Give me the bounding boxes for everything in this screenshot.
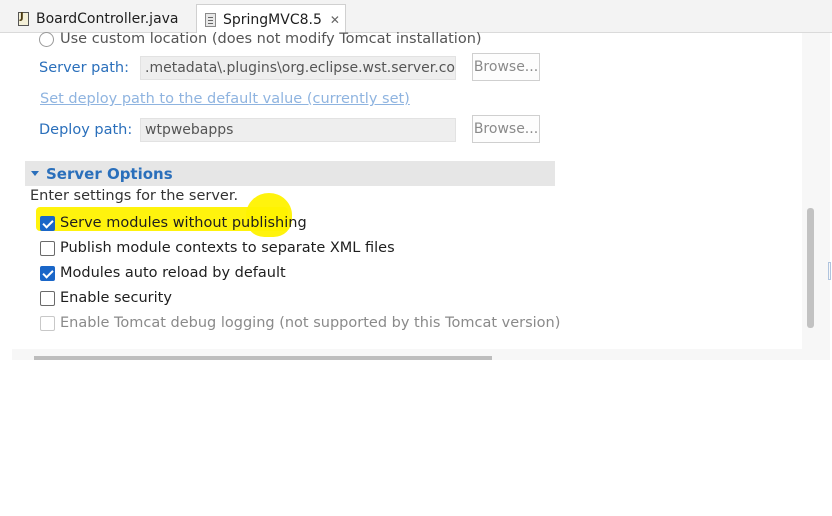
tab-label: BoardController.java bbox=[36, 10, 179, 27]
tab-board-controller[interactable]: BoardController.java bbox=[12, 4, 190, 33]
deploy-path-browse-button[interactable]: Browse... bbox=[472, 115, 540, 143]
option-tomcat-debug-logging: Enable Tomcat debug logging (not support… bbox=[40, 315, 560, 331]
checkbox-disabled bbox=[40, 315, 55, 331]
server-path-field[interactable]: .metadata\.plugins\org.eclipse.wst.serve… bbox=[140, 56, 456, 80]
server-icon bbox=[205, 12, 216, 27]
set-deploy-path-link[interactable]: Set deploy path to the default value (cu… bbox=[40, 91, 410, 107]
option-label: Modules auto reload by default bbox=[60, 265, 286, 281]
vertical-scrollbar[interactable] bbox=[807, 208, 814, 328]
editor-tab-bar: BoardController.java SpringMVC8.5 ✕ bbox=[0, 0, 832, 34]
option-label: Enable security bbox=[60, 290, 172, 306]
option-enable-security[interactable]: Enable security bbox=[40, 290, 172, 306]
option-label: Serve modules without publishing bbox=[60, 215, 307, 231]
server-path-browse-button[interactable]: Browse... bbox=[472, 53, 540, 81]
deploy-path-field[interactable]: wtpwebapps bbox=[140, 118, 456, 142]
checkbox-unchecked[interactable] bbox=[40, 290, 55, 306]
option-label: Enable Tomcat debug logging (not support… bbox=[60, 315, 561, 331]
horizontal-scrollbar[interactable] bbox=[34, 356, 492, 360]
server-options-header[interactable]: Server Options bbox=[25, 161, 555, 186]
option-label: Publish module contexts to separate XML … bbox=[60, 240, 395, 256]
custom-location-radio[interactable] bbox=[39, 31, 54, 47]
overview-ruler-marker bbox=[828, 262, 831, 280]
server-options-title: Server Options bbox=[46, 164, 173, 183]
server-options-description: Enter settings for the server. bbox=[30, 188, 239, 204]
option-modules-auto-reload[interactable]: Modules auto reload by default bbox=[40, 265, 286, 281]
tab-label: SpringMVC8.5 bbox=[223, 11, 322, 28]
server-path-label: Server path: bbox=[39, 60, 130, 76]
checkbox-unchecked[interactable] bbox=[40, 240, 55, 256]
checkbox-checked[interactable] bbox=[40, 215, 55, 231]
option-publish-module-contexts[interactable]: Publish module contexts to separate XML … bbox=[40, 240, 395, 256]
option-serve-without-publishing[interactable]: Serve modules without publishing bbox=[40, 215, 307, 231]
server-editor-content: Use custom location (does not modify Tom… bbox=[12, 31, 802, 349]
chevron-down-icon[interactable] bbox=[31, 171, 39, 176]
tab-springmvc-server[interactable]: SpringMVC8.5 ✕ bbox=[196, 4, 346, 34]
custom-location-label: Use custom location (does not modify Tom… bbox=[60, 31, 482, 47]
deploy-path-label: Deploy path: bbox=[39, 122, 133, 138]
checkbox-checked[interactable] bbox=[40, 265, 55, 281]
close-icon[interactable]: ✕ bbox=[330, 13, 340, 27]
custom-location-option[interactable]: Use custom location (does not modify Tom… bbox=[39, 31, 482, 47]
java-file-icon bbox=[18, 11, 29, 26]
server-editor: Use custom location (does not modify Tom… bbox=[12, 31, 830, 360]
